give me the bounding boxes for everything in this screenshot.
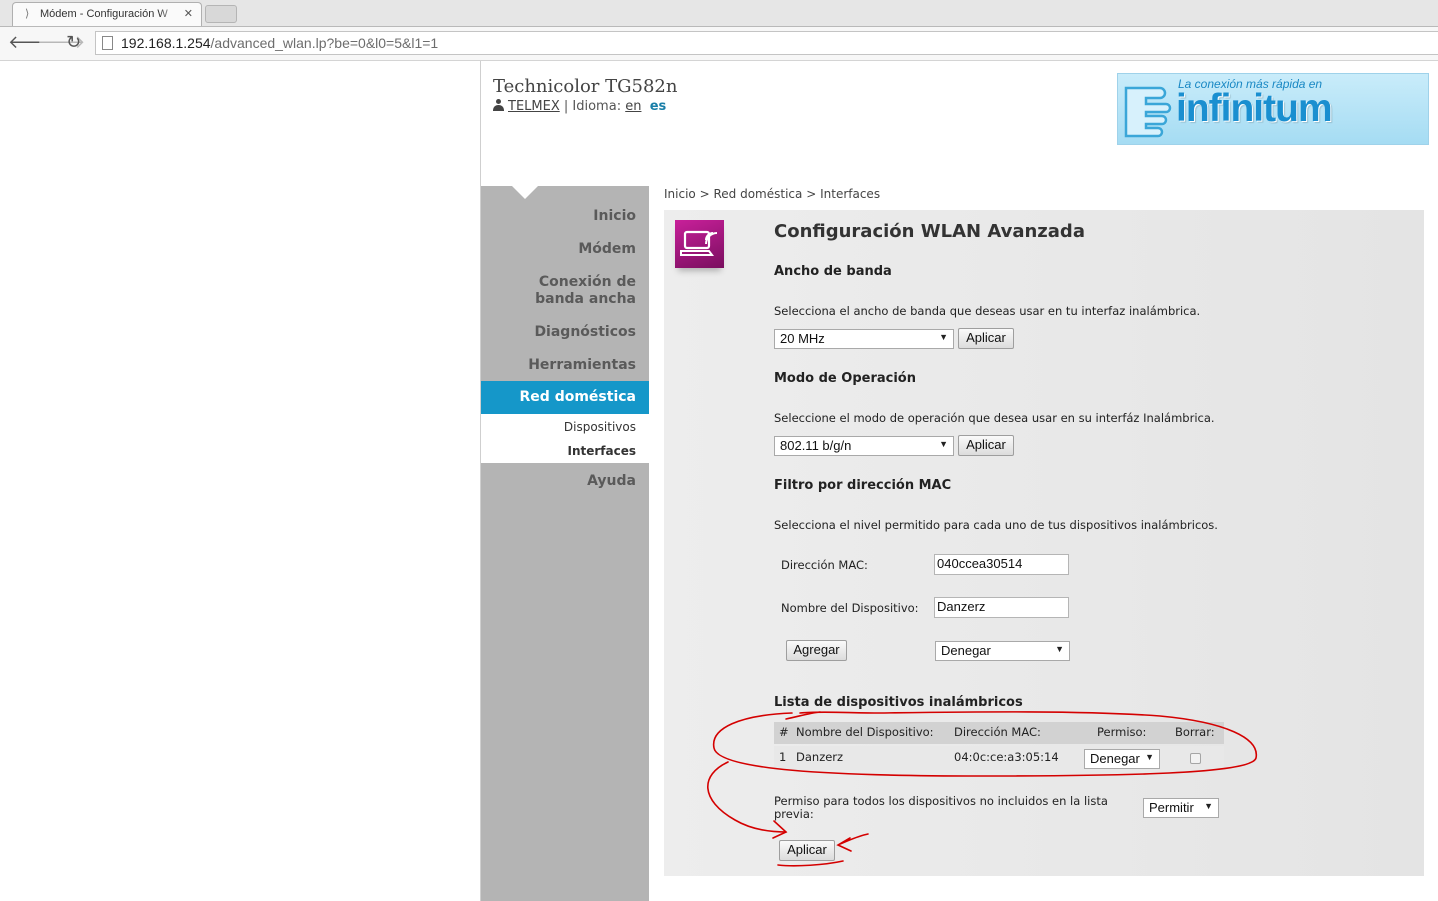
breadcrumb-separator: > <box>699 187 710 201</box>
sidebar: Inicio Módem Conexión de banda ancha Dia… <box>481 186 649 901</box>
breadcrumb-home-network[interactable]: Red doméstica <box>713 187 802 201</box>
row-permission-select[interactable]: Denegar ▼ <box>1084 749 1160 769</box>
mode-apply-button[interactable]: Aplicar <box>958 435 1014 456</box>
mode-selected-value: 802.11 b/g/n <box>780 438 852 453</box>
user-icon <box>493 99 504 111</box>
infinitum-banner: La conexión más rápida en infinitum <box>1117 73 1429 145</box>
device-table-header: # Nombre del Dispositivo: Dirección MAC:… <box>774 722 1224 744</box>
dropdown-arrow-icon: ▼ <box>939 332 948 342</box>
default-permission-select[interactable]: Permitir ▼ <box>1143 798 1219 818</box>
row-index: 1 <box>779 750 787 764</box>
breadcrumb-separator: > <box>806 187 817 201</box>
sidebar-item-inicio[interactable]: Inicio <box>486 208 636 225</box>
bandwidth-selected-value: 20 MHz <box>780 331 825 346</box>
language-label: Idioma: <box>572 99 622 114</box>
column-header-name: Nombre del Dispositivo: <box>796 725 934 739</box>
bandwidth-select[interactable]: 20 MHz ▼ <box>774 329 954 349</box>
mode-description: Seleccione el modo de operación que dese… <box>774 411 1215 425</box>
close-tab-icon[interactable]: ✕ <box>184 7 193 20</box>
sidebar-item-diagnostics[interactable]: Diagnósticos <box>486 324 636 341</box>
sidebar-item-home-network[interactable]: Red doméstica <box>481 381 649 414</box>
dropdown-arrow-icon: ▼ <box>1145 752 1154 762</box>
bandwidth-description: Selecciona el ancho de banda que deseas … <box>774 304 1201 318</box>
product-title: Technicolor TG582n <box>493 76 678 97</box>
default-permission-label: Permiso para todos los dispositivos no i… <box>774 794 1108 821</box>
new-tab-button[interactable] <box>205 5 237 23</box>
column-header-permission: Permiso: <box>1097 725 1147 739</box>
column-header-index: # <box>779 725 789 739</box>
sidebar-item-broadband[interactable]: Conexión de banda ancha <box>526 274 636 308</box>
dropdown-arrow-icon: ▼ <box>939 439 948 449</box>
row-mac-address: 04:0c:ce:a3:05:14 <box>954 750 1059 764</box>
bandwidth-heading: Ancho de banda <box>774 264 892 279</box>
sidebar-item-label: Red doméstica <box>519 389 636 405</box>
device-name-input[interactable]: Danzerz <box>934 597 1069 618</box>
mode-select[interactable]: 802.11 b/g/n ▼ <box>774 436 954 456</box>
breadcrumb-current: Interfaces <box>820 187 881 201</box>
mode-heading: Modo de Operación <box>774 371 916 386</box>
mac-permission-selected-value: Denegar <box>941 643 991 658</box>
row-device-name: Danzerz <box>796 750 844 764</box>
language-es-link[interactable]: es <box>650 99 667 114</box>
sidebar-item-help[interactable]: Ayuda <box>486 473 636 490</box>
page-title: Configuración WLAN Avanzada <box>774 221 1085 242</box>
browser-tab-bar: ⟩ Módem - Configuración W ✕ <box>0 0 1438 27</box>
table-row: 1 Danzerz 04:0c:ce:a3:05:14 Denegar ▼ <box>774 746 1224 770</box>
language-en-link[interactable]: en <box>625 99 641 114</box>
mac-address-label: Dirección MAC: <box>781 558 868 572</box>
sidebar-notch <box>512 186 538 199</box>
sidebar-item-modem[interactable]: Módem <box>486 241 636 258</box>
page-icon <box>102 36 113 50</box>
dropdown-arrow-icon: ▼ <box>1204 801 1213 811</box>
pointing-hand-icon <box>1124 86 1172 138</box>
header-separator: | <box>563 99 569 114</box>
banner-brand: infinitum <box>1176 87 1333 130</box>
device-list-heading: Lista de dispositivos inalámbricos <box>774 695 1023 710</box>
breadcrumb: Inicio > Red doméstica > Interfaces <box>664 187 880 201</box>
row-delete-checkbox[interactable] <box>1190 753 1201 764</box>
mac-filter-heading: Filtro por dirección MAC <box>774 478 952 493</box>
sidebar-item-tools[interactable]: Herramientas <box>486 357 636 374</box>
sidebar-subitem-interfaces[interactable]: Interfaces <box>567 444 636 458</box>
mac-filter-description: Selecciona el nivel permitido para cada … <box>774 518 1218 532</box>
browser-toolbar: 🡐 🡒 ↻ 192.168.1.254/advanced_wlan.lp?be=… <box>0 27 1438 61</box>
default-permission-selected-value: Permitir <box>1149 800 1194 815</box>
browser-tab[interactable]: ⟩ Módem - Configuración W ✕ <box>12 2 202 26</box>
row-permission-selected-value: Denegar <box>1090 751 1140 766</box>
sidebar-subitem-devices[interactable]: Dispositivos <box>564 420 636 434</box>
user-link[interactable]: TELMEX <box>508 99 560 114</box>
column-header-mac: Dirección MAC: <box>954 725 1041 739</box>
sidebar-submenu: Dispositivos Interfaces <box>481 414 649 463</box>
loading-icon: ⟩ <box>25 7 30 20</box>
apply-button[interactable]: Aplicar <box>779 840 835 861</box>
device-name-label: Nombre del Dispositivo: <box>781 601 919 615</box>
header-user-line: TELMEX | Idioma: en es <box>493 99 666 114</box>
dropdown-arrow-icon: ▼ <box>1055 644 1064 654</box>
mac-permission-select[interactable]: Denegar ▼ <box>935 641 1070 661</box>
mac-address-input[interactable]: 040ccea30514 <box>934 554 1069 575</box>
bandwidth-apply-button[interactable]: Aplicar <box>958 328 1014 349</box>
breadcrumb-inicio[interactable]: Inicio <box>664 187 696 201</box>
url-text[interactable]: 192.168.1.254/advanced_wlan.lp?be=0&l0=5… <box>121 35 438 51</box>
wireless-laptop-icon <box>675 220 724 268</box>
address-bar[interactable]: 192.168.1.254/advanced_wlan.lp?be=0&l0=5… <box>95 31 1438 55</box>
add-device-button[interactable]: Agregar <box>786 640 847 661</box>
reload-icon[interactable]: ↻ <box>66 32 81 53</box>
tab-title: Módem - Configuración W <box>40 8 168 20</box>
column-header-delete: Borrar: <box>1175 725 1215 739</box>
